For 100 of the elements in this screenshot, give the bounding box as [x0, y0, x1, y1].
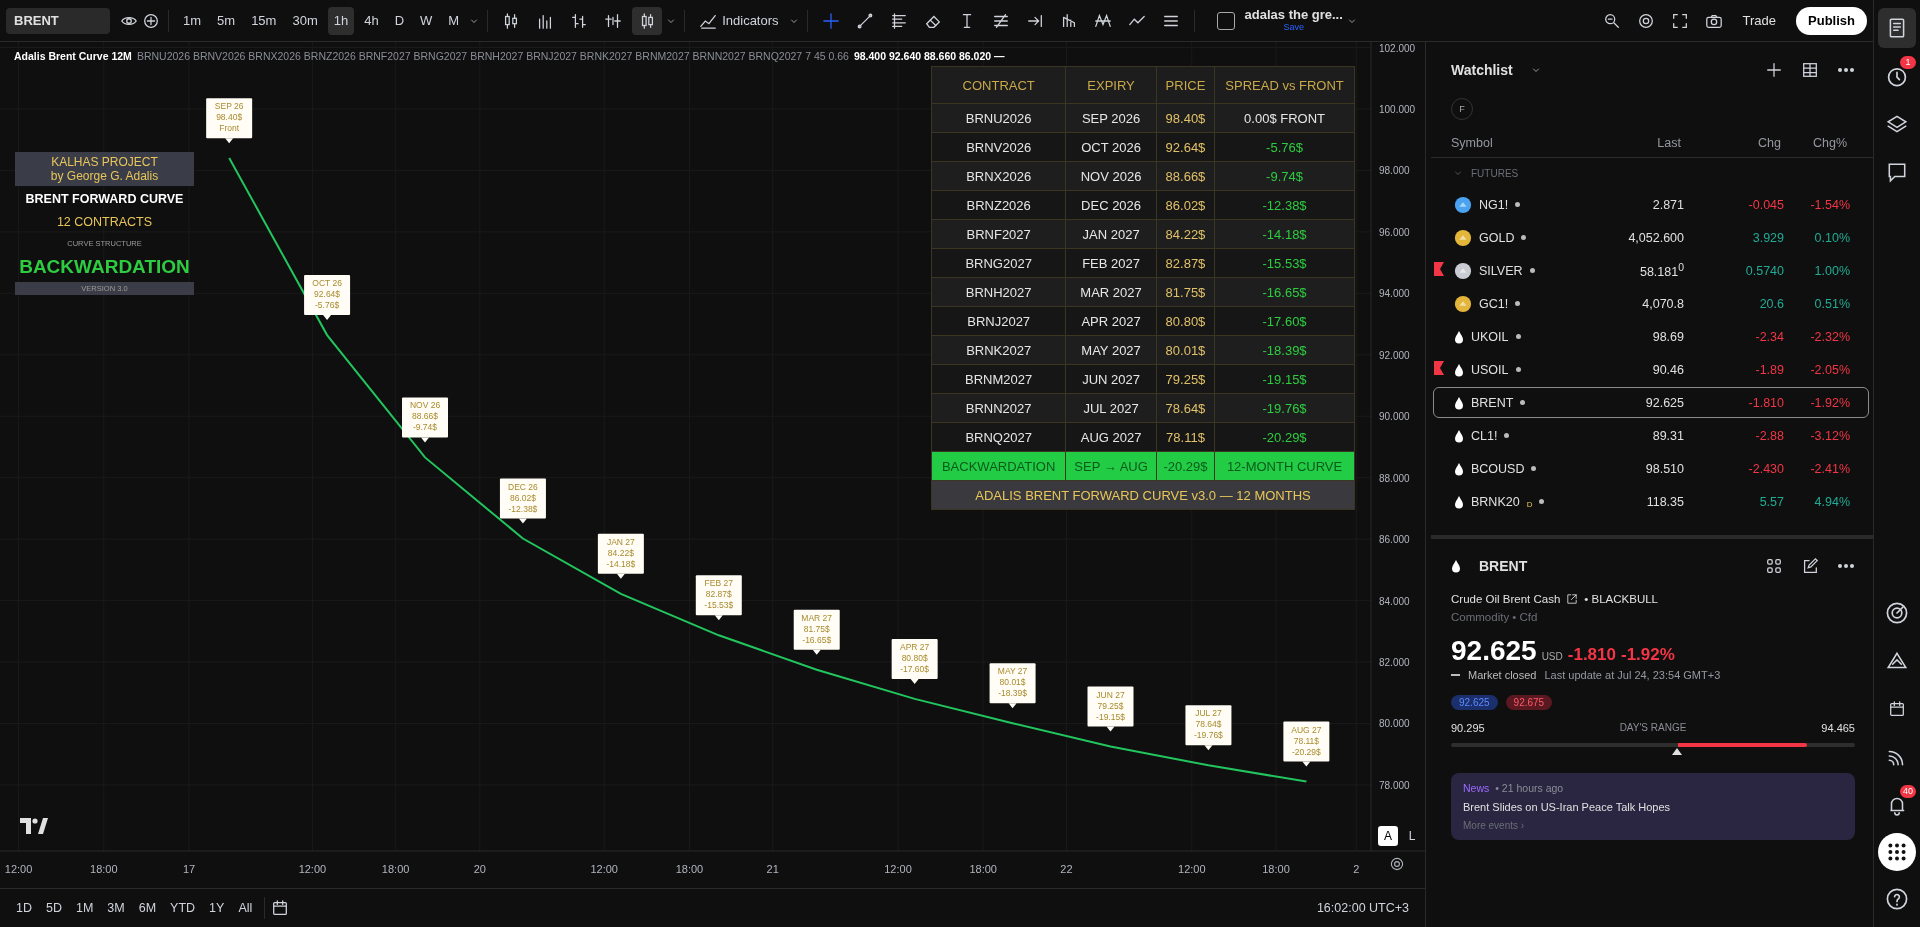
- range-button[interactable]: All: [232, 895, 259, 921]
- symbol-title: BRENT: [1479, 558, 1528, 574]
- symbol-search-field[interactable]: BRENT: [6, 7, 110, 34]
- edit-icon[interactable]: [1801, 557, 1819, 575]
- watchlist-row[interactable]: UKOIL 98.69 -2.34 -2.32%: [1433, 321, 1869, 352]
- indicators-button[interactable]: Indicators: [693, 6, 785, 35]
- indicator-title[interactable]: Adalis Brent Curve 12M: [14, 50, 132, 62]
- table-cell: -19.76$: [1214, 393, 1355, 423]
- range-button[interactable]: 3M: [101, 895, 131, 921]
- interval-button[interactable]: W: [414, 6, 439, 35]
- trade-button[interactable]: Trade: [1732, 6, 1787, 35]
- axis-label: 86.000: [1379, 534, 1410, 546]
- more-icon[interactable]: [1837, 67, 1855, 73]
- plus-icon[interactable]: [142, 11, 160, 30]
- watchlist-row[interactable]: USOIL 90.46 -1.89 -2.05%: [1433, 354, 1869, 385]
- news-headline[interactable]: Brent Slides on US-Iran Peace Talk Hopes: [1463, 801, 1843, 813]
- price-change: -2.430: [1747, 461, 1784, 476]
- percent-change: -1.92%: [1809, 395, 1850, 410]
- percent-change: 4.94%: [1813, 494, 1850, 509]
- group-label[interactable]: FUTURES: [1471, 167, 1519, 179]
- column-header[interactable]: Last: [1591, 135, 1681, 150]
- watchlist-icon[interactable]: [1878, 8, 1916, 48]
- interval-button[interactable]: 1m: [177, 6, 208, 35]
- count-badge: 40: [1900, 785, 1916, 798]
- watchlist-title[interactable]: Watchlist: [1451, 62, 1513, 78]
- interval-button[interactable]: 15m: [245, 6, 283, 35]
- range-button[interactable]: YTD: [164, 895, 202, 921]
- axis-label: 90.000: [1379, 411, 1410, 423]
- table-cell: 88.66$: [1156, 161, 1215, 191]
- candles-icon[interactable]: [632, 6, 663, 35]
- table-cell: BRNF2027: [931, 219, 1066, 249]
- watchlist-row[interactable]: BRENT 92.625 -1.810 -1.92%: [1433, 387, 1869, 418]
- add-icon[interactable]: [1765, 61, 1783, 79]
- interval-button[interactable]: 5m: [211, 6, 242, 35]
- interval-button[interactable]: 4h: [358, 6, 385, 35]
- watchlist-row[interactable]: NG1! 2.871 -0.045 -1.54%: [1433, 189, 1869, 220]
- table-cell: 92.64$: [1156, 132, 1215, 162]
- watchlist-row[interactable]: SILVER 58.181$^{0}$ 0.5740 1.00%: [1433, 255, 1869, 286]
- range-button[interactable]: 1Y: [203, 895, 231, 921]
- table-cell: -9.74$: [1214, 161, 1355, 191]
- symbol-name: BCOUSD: [1471, 461, 1525, 476]
- indicator-values: 98.400 92.640 88.660 86.020 —: [853, 50, 1005, 62]
- watchlist-row[interactable]: CL1! 89.31 -2.88 -3.12%: [1433, 420, 1869, 451]
- watchlist-row[interactable]: GC1! 4,070.8 20.6 0.51%: [1433, 288, 1869, 319]
- news-card[interactable]: News • 21 hours ago Brent Slides on US-Iran Peace Talk Hopes More events ›: [1451, 773, 1855, 840]
- table-icon[interactable]: [1801, 61, 1819, 79]
- table-cell: JAN 2027: [1065, 219, 1157, 249]
- last-price: 118.35: [1645, 494, 1684, 509]
- curve-title: BRENT FORWARD CURVE: [25, 192, 184, 206]
- percent-change: 0.10%: [1813, 230, 1850, 245]
- column-header[interactable]: Chg: [1681, 135, 1781, 150]
- interval-button[interactable]: 30m: [286, 6, 324, 35]
- range-button[interactable]: 6M: [132, 895, 163, 921]
- symbol-name: GC1!: [1479, 296, 1509, 311]
- scale-button[interactable]: A: [1378, 826, 1398, 846]
- range-button[interactable]: 1D: [10, 895, 38, 921]
- save-status: Save: [1282, 20, 1305, 34]
- axis-label: 18:00: [969, 863, 997, 875]
- range-button[interactable]: 5D: [40, 895, 68, 921]
- summary-cell: BACKWARDATION: [931, 451, 1066, 481]
- price-callout: MAY 27 80.01$ -18.39$: [989, 663, 1036, 709]
- column-header[interactable]: Chg%: [1781, 135, 1847, 150]
- table-cell: BRNN2027: [931, 393, 1066, 423]
- calendar-icon[interactable]: [271, 899, 290, 917]
- interval-button[interactable]: 1h: [327, 6, 355, 35]
- layout-name[interactable]: adalas the gre...: [1244, 7, 1343, 21]
- axis-label: 78.000: [1379, 779, 1410, 791]
- price-callout: JUN 27 79.25$ -19.15$: [1087, 686, 1134, 732]
- external-link-icon[interactable]: [1566, 593, 1579, 605]
- table-cell: -5.76$: [1214, 132, 1355, 162]
- scale-button[interactable]: L: [1402, 826, 1422, 846]
- axis-label: 92.000: [1379, 349, 1410, 361]
- drop-icon: [1451, 559, 1461, 573]
- watchlist-row[interactable]: BCOUSD 98.510 -2.430 -2.41%: [1433, 453, 1869, 484]
- caret-icon[interactable]: [1530, 65, 1541, 75]
- settings-icon[interactable]: [1389, 856, 1405, 872]
- last-price: 2.871: [1651, 197, 1684, 212]
- symbol-name: USOIL: [1471, 362, 1509, 377]
- interval-button[interactable]: M: [442, 6, 466, 35]
- clock-time: 16:02:00 UTC+3: [1316, 901, 1409, 915]
- bell-button[interactable]: 40: [1878, 785, 1916, 825]
- more-icon[interactable]: [1837, 563, 1855, 569]
- column-header: EXPIRY: [1065, 66, 1157, 104]
- checkbox[interactable]: [1216, 11, 1235, 30]
- coin-icon: [1454, 228, 1472, 247]
- instrument-name[interactable]: Crude Oil Brent Cash: [1451, 593, 1561, 605]
- price-callout: AUG 27 78.11$ -20.29$: [1283, 721, 1330, 767]
- interval-button[interactable]: D: [388, 6, 411, 35]
- drop-icon: [1454, 494, 1464, 509]
- range-button[interactable]: 1M: [69, 895, 100, 921]
- alarm-clock-button[interactable]: 1: [1878, 56, 1916, 96]
- layout-icon[interactable]: [1765, 557, 1783, 575]
- column-header[interactable]: Symbol: [1451, 135, 1591, 150]
- watchlist-row[interactable]: BRNK20 D 118.35 5.57 4.94%: [1433, 486, 1869, 517]
- axis-label: 102.000: [1379, 42, 1416, 54]
- watchlist-row[interactable]: GOLD 4,052.600 3.929 0.10%: [1433, 222, 1869, 253]
- ask-price: 92.675: [1505, 695, 1553, 710]
- publish-button[interactable]: Publish: [1796, 6, 1867, 35]
- range-label: DAY'S RANGE: [1619, 722, 1687, 734]
- apps-icon[interactable]: [1878, 833, 1916, 871]
